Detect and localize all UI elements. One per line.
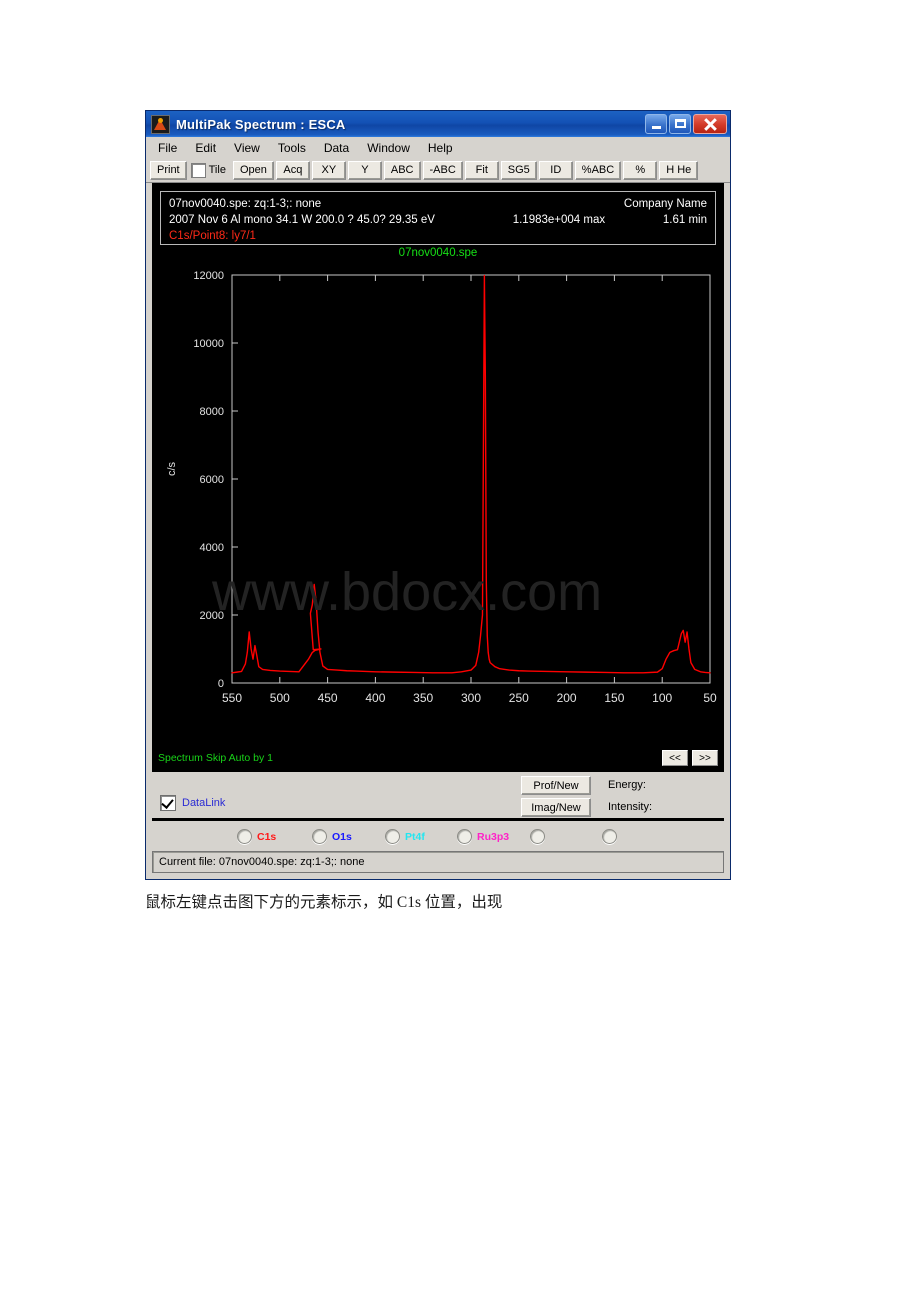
svg-text:300: 300 [461, 691, 481, 705]
tile-label: Tile [208, 164, 226, 176]
minimize-button[interactable] [645, 114, 667, 134]
info-row-2: 2007 Nov 6 Al mono 34.1 W 200.0 ? 45.0? … [169, 212, 707, 228]
info-row-1: 07nov0040.spe: zq:1-3;: none Company Nam… [169, 196, 707, 212]
svg-text:100: 100 [652, 691, 672, 705]
maximize-button[interactable] [669, 114, 691, 134]
maximize-icon [675, 119, 686, 128]
svg-text:50: 50 [703, 691, 717, 705]
svg-text:10000: 10000 [193, 338, 224, 350]
intensity-label: Intensity: [608, 801, 653, 813]
prev-spectrum-button[interactable]: << [662, 750, 688, 766]
window-controls [645, 114, 727, 134]
radio-pt4f-icon[interactable] [385, 829, 400, 844]
prof-new-button[interactable]: Prof/New [521, 776, 591, 795]
y-button[interactable]: Y [347, 160, 382, 180]
page-caption: 鼠标左键点击图下方的元素标示，如 C1s 位置，出现 [145, 894, 503, 911]
acquisition-info-box: 07nov0040.spe: zq:1-3;: none Company Nam… [160, 191, 716, 245]
xy-button[interactable]: XY [311, 160, 346, 180]
control-panel: DataLink Prof/New Imag/New Energy: Inten… [152, 770, 724, 818]
svg-text:12000: 12000 [193, 270, 224, 282]
info-region-point: C1s/Point8: ly7/1 [169, 230, 256, 242]
menu-data[interactable]: Data [315, 139, 358, 159]
close-button[interactable] [693, 114, 727, 134]
spectrum-client-area: 07nov0040.spe: zq:1-3;: none Company Nam… [152, 183, 724, 797]
toolbar: Print Tile Open Acq XY Y ABC -ABC Fit SG… [146, 159, 730, 183]
element-label-pt4f: Pt4f [405, 830, 425, 843]
window-titlebar: MultiPak Spectrum : ESCA [146, 111, 730, 137]
element-label-o1s: O1s [332, 830, 352, 843]
menubar: File Edit View Tools Data Window Help [146, 137, 730, 159]
element-radio-empty-6[interactable] [602, 829, 622, 844]
datalink-checkbox-group[interactable]: DataLink [160, 795, 225, 811]
svg-text:450: 450 [318, 691, 338, 705]
fit-button[interactable]: Fit [464, 160, 499, 180]
multipak-window: MultiPak Spectrum : ESCA File Edit View … [145, 110, 731, 880]
plot-title: 07nov0040.spe [398, 247, 478, 259]
menu-file[interactable]: File [150, 139, 186, 159]
datalink-label: DataLink [182, 797, 226, 809]
svg-text:150: 150 [604, 691, 624, 705]
radio-o1s-icon[interactable] [312, 829, 327, 844]
page-root: MultiPak Spectrum : ESCA File Edit View … [0, 0, 920, 1302]
next-spectrum-button[interactable]: >> [692, 750, 718, 766]
menu-edit[interactable]: Edit [187, 139, 225, 159]
svg-text:4000: 4000 [200, 542, 224, 554]
element-radio-pt4f[interactable]: Pt4f [385, 829, 425, 844]
svg-text:6000: 6000 [200, 474, 224, 486]
percent-abc-button[interactable]: %ABC [574, 160, 622, 180]
svg-text:8000: 8000 [200, 406, 224, 418]
svg-text:550: 550 [222, 691, 242, 705]
acq-button[interactable]: Acq [275, 160, 310, 180]
info-file-line: 07nov0040.spe: zq:1-3;: none [169, 198, 322, 210]
svg-text:0: 0 [218, 678, 224, 690]
status-bar: Current file: 07nov0040.spe: zq:1-3;: no… [152, 851, 724, 873]
id-button[interactable]: ID [538, 160, 573, 180]
radio-empty-5-icon[interactable] [530, 829, 545, 844]
imag-new-button[interactable]: Imag/New [521, 798, 591, 817]
element-radio-o1s[interactable]: O1s [312, 829, 352, 844]
open-button[interactable]: Open [232, 160, 274, 180]
tile-checkbox-group[interactable]: Tile [190, 162, 230, 178]
radio-ru3p3-icon[interactable] [457, 829, 472, 844]
menu-tools[interactable]: Tools [269, 139, 314, 159]
sg5-button[interactable]: SG5 [500, 160, 537, 180]
minus-abc-button[interactable]: -ABC [422, 160, 463, 180]
element-label-c1s: C1s [257, 830, 277, 843]
abc-button[interactable]: ABC [383, 160, 421, 180]
navigation-buttons: << >> [662, 750, 718, 766]
radio-c1s-icon[interactable] [237, 829, 252, 844]
energy-label: Energy: [608, 779, 646, 791]
window-title: MultiPak Spectrum : ESCA [176, 116, 346, 132]
tile-checkbox[interactable] [190, 162, 206, 178]
svg-text:350: 350 [413, 691, 433, 705]
info-max-counts: 1.1983e+004 max [512, 214, 606, 226]
info-duration: 1.61 min [662, 214, 707, 226]
spectrum-svg[interactable]: 0 2000 4000 6000 8000 10000 12000 550 500 450 400 3… [152, 261, 726, 771]
element-radio-c1s[interactable]: C1s [237, 829, 276, 844]
radio-empty-6-icon[interactable] [602, 829, 617, 844]
menu-view[interactable]: View [226, 139, 268, 159]
minimize-icon [652, 126, 661, 129]
print-button[interactable]: Print [150, 160, 187, 180]
element-radio-ru3p3[interactable]: Ru3p3 [457, 829, 509, 844]
percent-button[interactable]: % [623, 160, 658, 180]
datalink-checkbox[interactable] [160, 795, 176, 811]
menu-window[interactable]: Window [359, 139, 418, 159]
info-company-name: Company Name [623, 198, 707, 210]
spectrum-mode-status: Spectrum Skip Auto by 1 [158, 752, 273, 764]
svg-text:500: 500 [270, 691, 290, 705]
multipak-logo-icon [151, 114, 170, 134]
h-he-button[interactable]: H He [659, 160, 699, 180]
info-acq-params: 2007 Nov 6 Al mono 34.1 W 200.0 ? 45.0? … [169, 214, 435, 226]
svg-text:200: 200 [557, 691, 577, 705]
element-label-ru3p3: Ru3p3 [477, 830, 510, 843]
menu-help[interactable]: Help [419, 139, 461, 159]
element-radio-empty-5[interactable] [530, 829, 550, 844]
svg-text:2000: 2000 [200, 610, 224, 622]
svg-text:400: 400 [365, 691, 385, 705]
spectrum-plot[interactable]: c/s 0 2000 4000 6000 8000 10000 12000 550 500 450… [152, 261, 724, 797]
svg-text:250: 250 [509, 691, 529, 705]
